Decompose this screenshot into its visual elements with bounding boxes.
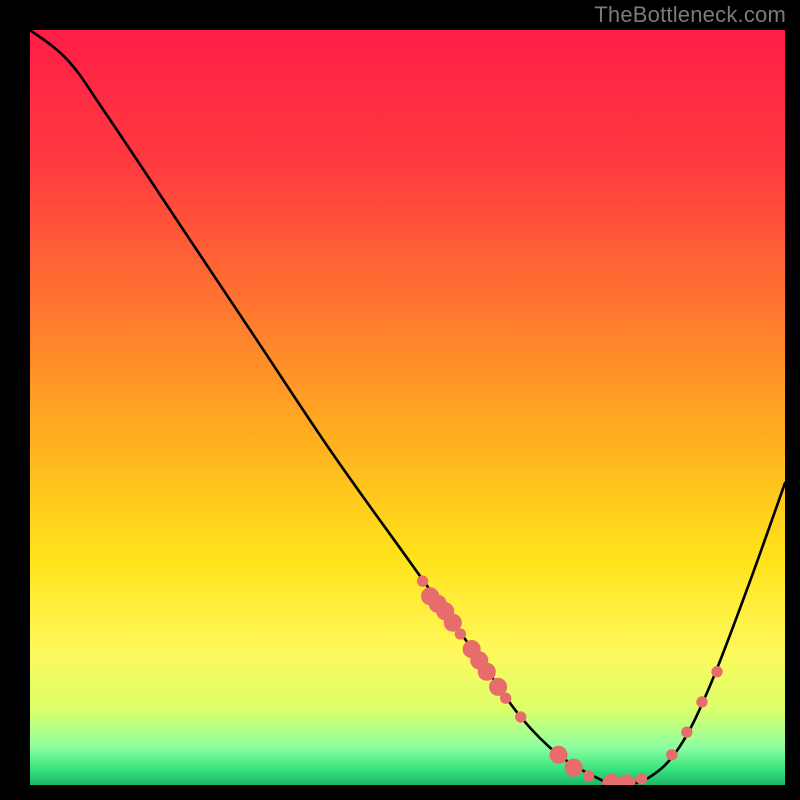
marker-point: [696, 696, 707, 707]
marker-point: [583, 770, 594, 781]
chart-svg: [30, 30, 785, 785]
marker-point: [565, 759, 583, 777]
marker-point: [515, 711, 526, 722]
marker-point: [478, 663, 496, 681]
chart-frame: TheBottleneck.com: [0, 0, 800, 800]
marker-point: [500, 693, 511, 704]
marker-point: [666, 749, 677, 760]
marker-point: [711, 666, 722, 677]
marker-point: [549, 746, 567, 764]
marker-point: [455, 628, 466, 639]
plot-area: [30, 30, 785, 785]
gradient-background: [30, 30, 785, 785]
marker-point: [417, 575, 428, 586]
marker-point: [681, 726, 692, 737]
watermark-text: TheBottleneck.com: [594, 2, 786, 28]
marker-point: [636, 773, 647, 784]
